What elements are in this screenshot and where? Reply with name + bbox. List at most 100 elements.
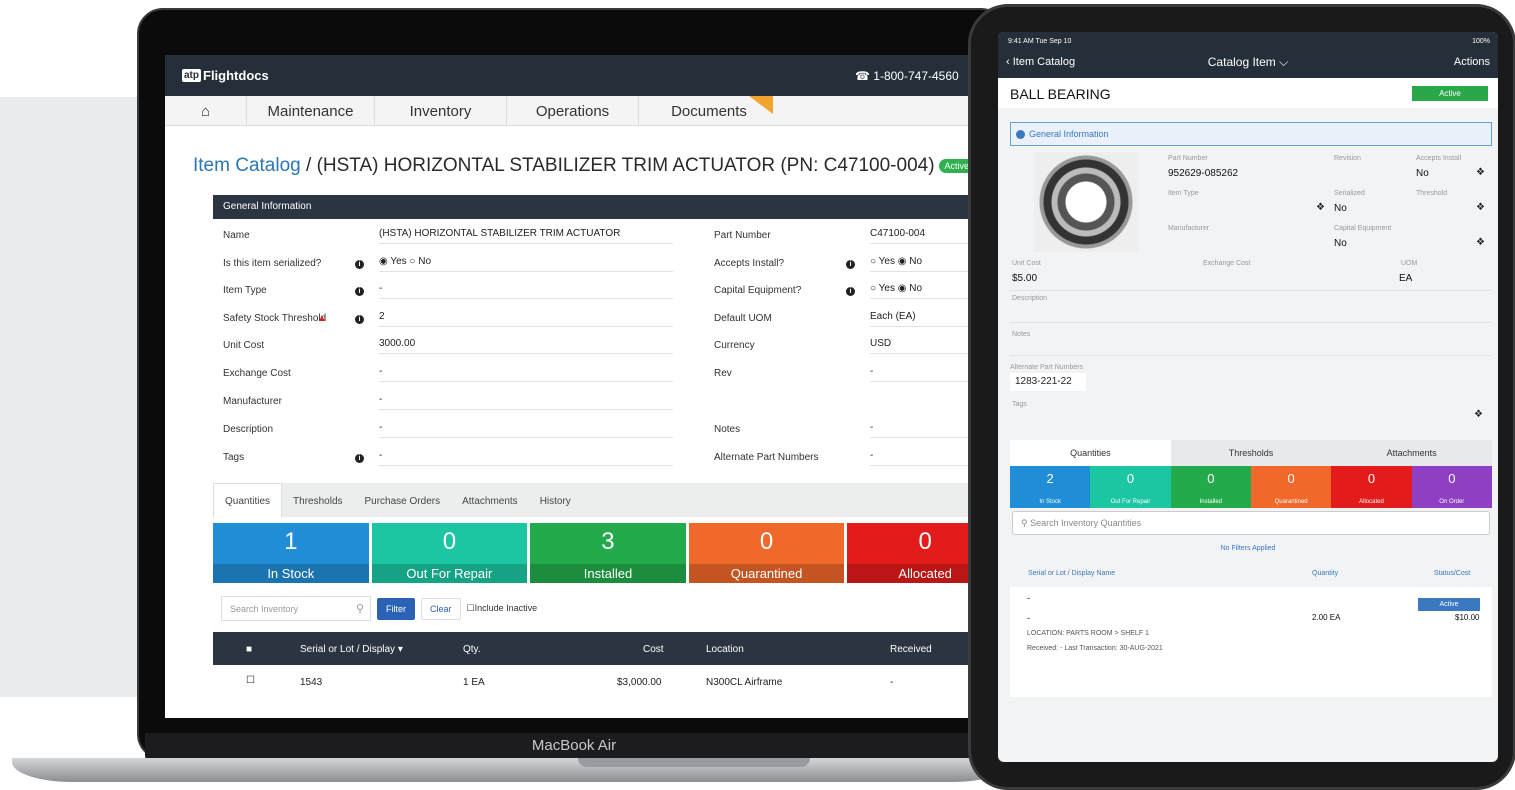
col-qty[interactable]: Qty.: [463, 644, 481, 655]
col-serial[interactable]: Serial or Lot / Display ▾: [300, 644, 403, 655]
col-status-cost[interactable]: Status/Cost: [1434, 570, 1470, 577]
app-header: atp Flightdocs ☎ 1-800-747-4560: [165, 55, 995, 96]
col-cost[interactable]: Cost: [643, 644, 664, 655]
info-icon[interactable]: i: [355, 452, 364, 463]
tile-label: Installed: [530, 564, 686, 583]
general-info-section[interactable]: General Information: [1010, 122, 1492, 146]
info-icon[interactable]: i: [355, 258, 364, 269]
col-received[interactable]: Received: [890, 644, 932, 655]
table-header: ■ Serial or Lot / Display ▾ Qty. Cost Lo…: [213, 632, 995, 665]
tab-thresholds[interactable]: Thresholds: [282, 483, 353, 517]
tile-count: 0: [1126, 471, 1135, 486]
support-phone[interactable]: ☎ 1-800-747-4560: [855, 69, 959, 83]
tab-attachments[interactable]: Attachments: [1331, 440, 1493, 466]
filter-button[interactable]: Filter: [377, 597, 415, 620]
tab-quantities[interactable]: Quantities: [1010, 440, 1171, 466]
tile-count: 0: [759, 528, 774, 555]
info-icon[interactable]: i: [846, 285, 855, 296]
field-label: Unit Cost: [223, 340, 265, 351]
quantity-tile[interactable]: 0 Out For Repair: [371, 523, 528, 583]
warning-icon: ▲: [317, 313, 327, 324]
search-icon: ⚲: [355, 603, 364, 615]
quantity-value: 2.00 EA: [1312, 613, 1341, 622]
main-nav: ⌂ Maintenance Inventory Operations Docum…: [165, 96, 995, 126]
tile-label: In Stock: [1039, 499, 1061, 505]
tab-attachments[interactable]: Attachments: [451, 483, 529, 517]
info-icon[interactable]: i: [846, 258, 855, 269]
field-label: Item Type: [223, 285, 267, 296]
field-value: 3000.00: [379, 336, 673, 354]
laptop-chin: MacBook Air: [145, 733, 1003, 760]
tile-count: 0: [1287, 471, 1295, 486]
field-label: Description: [223, 424, 274, 435]
tile-label: In Stock: [213, 564, 369, 583]
include-inactive-checkbox[interactable]: ☐Include Inactive: [467, 603, 538, 614]
list-item[interactable]: - - 2.00 EA Active $10.00 LOCATION: PART…: [1010, 587, 1492, 697]
quantity-tiles: 1 In Stock 0 Out For Repair 3 Installed 0 Quara…: [213, 523, 995, 583]
info-icon[interactable]: i: [355, 313, 364, 324]
info-icon[interactable]: i: [355, 285, 364, 296]
tablet-title[interactable]: Catalog Item ⌵: [998, 55, 1498, 70]
field-label: Capital Equipment?: [714, 285, 802, 296]
search-input[interactable]: Search Inventory ⚲: [221, 596, 371, 621]
row-checkbox[interactable]: ☐: [246, 675, 255, 686]
quantity-tile[interactable]: 0 Installed: [1170, 466, 1251, 508]
tile-count: 0: [1207, 471, 1215, 486]
page-title: (HSTA) HORIZONTAL STABILIZER TRIM ACTUAT…: [316, 155, 935, 176]
breadcrumb: Item Catalog / (HSTA) HORIZONTAL STABILI…: [193, 155, 976, 177]
tile-count: 0: [442, 528, 457, 555]
tab-history[interactable]: History: [529, 483, 582, 517]
quantity-tile[interactable]: 0 Quarantined: [1250, 466, 1332, 508]
info-icon[interactable]: ❖: [1316, 202, 1325, 213]
col-serial[interactable]: Serial or Lot / Display Name: [1028, 570, 1115, 577]
cost-value: $10.00: [1455, 613, 1480, 622]
uom-value: EA: [1399, 273, 1413, 284]
unit-cost-value: $5.00: [1012, 273, 1038, 284]
tile-label: Installed: [1199, 499, 1222, 505]
table-row[interactable]: ☐ 1543 1 EA $3,000.00 N300CL Airframe -: [213, 667, 995, 695]
field-label: Rev: [714, 368, 732, 379]
alternate-part-number: 1283-221-22: [1010, 373, 1086, 391]
quantity-tile[interactable]: 3 Installed: [530, 523, 686, 583]
info-icon[interactable]: ❖: [1476, 202, 1485, 213]
breadcrumb-link[interactable]: Item Catalog: [193, 155, 301, 176]
quantity-tile[interactable]: 0 Out For Repair: [1090, 466, 1171, 508]
quantity-tile[interactable]: 0 Quarantined: [688, 523, 845, 583]
collapse-icon: [1016, 130, 1025, 139]
field-label: Alternate Part Numbers: [714, 452, 819, 463]
actions-button[interactable]: Actions: [1454, 56, 1490, 68]
clear-button[interactable]: Clear: [421, 597, 461, 620]
no-filters-text: No Filters Applied: [1220, 545, 1276, 552]
info-icon[interactable]: ❖: [1476, 237, 1485, 248]
laptop-notch: [578, 758, 810, 767]
col-location[interactable]: Location: [706, 644, 744, 655]
quantity-tile[interactable]: 2 In Stock: [1010, 466, 1091, 508]
serialized-value: No: [1334, 203, 1347, 214]
tile-label: Quarantined: [1274, 499, 1308, 505]
capital-equipment-value: No: [1334, 238, 1347, 249]
tab-quantities[interactable]: Quantities: [213, 483, 283, 517]
nav-operations[interactable]: Operations: [507, 96, 639, 126]
field-label: Tags: [223, 452, 245, 463]
tile-count: 0: [1367, 471, 1376, 486]
nav-inventory[interactable]: Inventory: [375, 96, 507, 126]
field-value: (HSTA) HORIZONTAL STABILIZER TRIM ACTUAT…: [379, 226, 673, 244]
tab-purchase-orders[interactable]: Purchase Orders: [354, 483, 452, 517]
status-badge: Active: [1412, 86, 1488, 101]
quantity-tile[interactable]: 0 Allocated: [1331, 466, 1412, 508]
info-icon[interactable]: ❖: [1474, 409, 1483, 420]
field-value: -: [379, 448, 673, 466]
home-icon[interactable]: ⌂: [165, 96, 247, 126]
accepts-install-value: No: [1416, 168, 1429, 179]
field-label: Manufacturer: [223, 396, 282, 407]
search-input[interactable]: ⚲ Search Inventory Quantities: [1012, 511, 1490, 535]
tab-thresholds[interactable]: Thresholds: [1170, 440, 1332, 466]
quantity-tile[interactable]: 0 On Order: [1411, 466, 1492, 508]
tile-count: 2: [1046, 471, 1054, 486]
select-all-checkbox[interactable]: ■: [246, 644, 252, 655]
info-icon[interactable]: ❖: [1476, 167, 1485, 178]
nav-maintenance[interactable]: Maintenance: [247, 96, 375, 126]
flightdocs-logo[interactable]: atp Flightdocs: [182, 68, 269, 83]
col-quantity[interactable]: Quantity: [1312, 570, 1338, 577]
quantity-tile[interactable]: 1 In Stock: [213, 523, 369, 583]
